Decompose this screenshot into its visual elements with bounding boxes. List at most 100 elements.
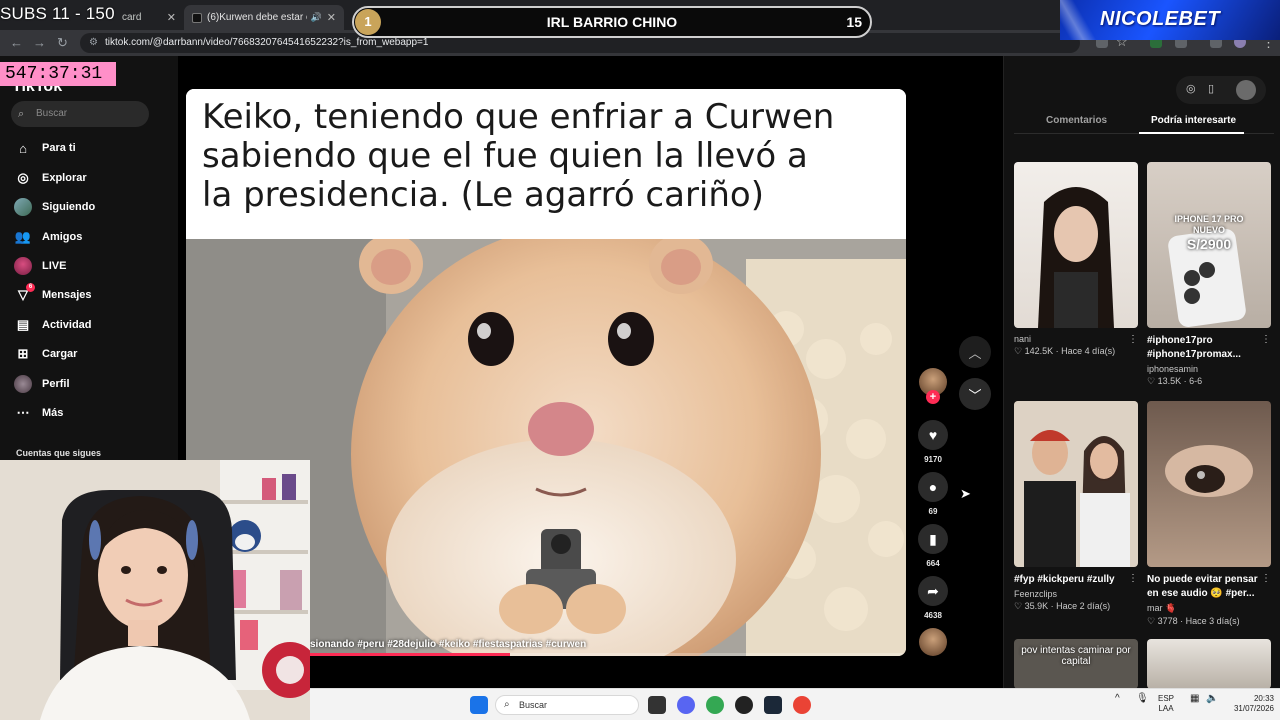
thumbnail-text: IPHONE 17 PRO <box>1174 214 1244 224</box>
card-meta: ♡ 3778 · Hace 3 día(s) <box>1147 616 1240 626</box>
video-caption-overlay: Keiko, teniendo que enfriar a Curwen sab… <box>186 89 906 235</box>
suggested-video-card[interactable]: No puede evitar pensar en ese audio 🥺 #p… <box>1147 401 1271 627</box>
chrome-icon[interactable] <box>706 696 724 714</box>
irl-title: IRL BARRIO CHINO <box>546 14 678 30</box>
suggested-video-card[interactable]: nani ♡ 142.5K · Hace 4 día(s) ⋮ <box>1014 162 1138 357</box>
sidebar-item-actividad[interactable]: ▤ Actividad <box>14 314 92 336</box>
video-thumbnail[interactable]: IPHONE 17 PRO NUEVO S/2900 <box>1147 162 1271 328</box>
sidebar-item-para-ti[interactable]: ⌂ Para ti <box>14 137 76 159</box>
chrome-profile-icon[interactable] <box>793 696 811 714</box>
steam-icon[interactable] <box>764 696 782 714</box>
card-title: #fyp #kickperu #zully <box>1014 574 1115 585</box>
friends-icon: 👥 <box>14 229 32 244</box>
save-button[interactable]: ▮ <box>918 524 948 554</box>
share-button[interactable]: ➦ <box>918 576 948 606</box>
browser-tab-tiktok[interactable]: (6)Kurwen debe estar conve 🔊 ✕ <box>184 5 344 30</box>
follow-plus-icon[interactable]: + <box>926 390 940 404</box>
sidebar-item-label: Amigos <box>42 231 83 243</box>
compass-icon[interactable]: ◎ <box>1186 82 1196 95</box>
windows-start-icon[interactable] <box>470 696 488 714</box>
suggestions-panel: ◎ ▯ Comentarios Podría interesarte nani … <box>1003 56 1280 689</box>
sidebar-item-perfil[interactable]: Perfil <box>14 373 70 395</box>
card-title: #iphone17pro #iphone17promax... <box>1147 335 1241 360</box>
suggested-video-card[interactable]: #fyp #kickperu #zully Feenzclips ♡ 35.9K… <box>1014 401 1138 612</box>
sidebar-item-amigos[interactable]: 👥 Amigos <box>14 226 82 248</box>
sidebar-item-label: LIVE <box>42 260 67 272</box>
search-input[interactable]: ⌕ Buscar <box>11 101 149 127</box>
card-author[interactable]: nani <box>1014 334 1138 344</box>
search-icon: ⌕ <box>18 108 25 120</box>
more-icon: ⋯ <box>16 405 30 420</box>
device-icon[interactable]: ▯ <box>1208 82 1214 95</box>
video-thumbnail[interactable] <box>1147 401 1271 567</box>
heart-icon: ♥ <box>928 427 938 443</box>
irl-count: 15 <box>846 14 862 30</box>
user-avatar[interactable] <box>1236 80 1256 100</box>
screen: card ✕ (6)Kurwen debe estar conve 🔊 ✕ ← … <box>0 0 1280 720</box>
tray-chevron-icon[interactable]: ^ <box>1115 694 1120 704</box>
suggested-video-card[interactable]: IPHONE 17 PRO NUEVO S/2900 #iphone17pro … <box>1147 162 1271 387</box>
sidebar-item-live[interactable]: LIVE <box>14 255 66 277</box>
suggested-video-card[interactable]: pov intentas caminar por capital <box>1014 639 1138 689</box>
previous-video-button[interactable]: ︿ <box>959 336 991 368</box>
tab-podria-interesarte[interactable]: Podría interesarte <box>1151 115 1236 126</box>
sidebar-item-label: Para ti <box>42 142 76 154</box>
card-more-icon[interactable]: ⋮ <box>1128 573 1138 584</box>
live-icon <box>14 257 32 275</box>
close-icon[interactable]: ✕ <box>327 11 336 24</box>
sidebar-item-siguiendo[interactable]: Siguiendo <box>14 196 95 218</box>
next-video-button[interactable]: ﹀ <box>959 378 991 410</box>
sponsor-logo: NICOLEBET <box>1060 0 1280 40</box>
volume-icon[interactable]: 🔈 <box>1206 694 1218 704</box>
sidebar-item-explorar[interactable]: ◎ Explorar <box>14 167 86 189</box>
forward-icon[interactable]: → <box>33 35 46 51</box>
card-author[interactable]: mar 🫀 <box>1147 603 1271 614</box>
card-more-icon[interactable]: ⋮ <box>1128 334 1138 345</box>
card-more-icon[interactable]: ⋮ <box>1261 573 1271 584</box>
caption-line: la presidencia. (Le agarró cariño) <box>202 175 764 215</box>
suggested-video-card[interactable] <box>1147 639 1271 689</box>
like-button[interactable]: ♥ <box>918 420 948 450</box>
language-indicator[interactable]: ESP LAA <box>1158 694 1174 714</box>
taskbar-search[interactable]: ⌕ Buscar <box>495 695 639 715</box>
tab-comentarios[interactable]: Comentarios <box>1046 115 1107 126</box>
bookmark-icon: ▮ <box>929 530 937 547</box>
speaker-icon[interactable]: 🔊 <box>311 12 322 23</box>
webcam-scene <box>0 460 310 720</box>
video-thumbnail[interactable] <box>1014 401 1138 567</box>
sidebar-item-mensajes[interactable]: ▽ 6 Mensajes <box>14 283 92 306</box>
card-more-icon[interactable]: ⋮ <box>1261 334 1271 345</box>
clock[interactable]: 20:33 31/07/2026 <box>1228 694 1274 714</box>
share-arrow-icon: ➦ <box>927 582 939 599</box>
site-info-icon[interactable]: ⚙ <box>89 33 98 53</box>
discord-icon[interactable] <box>677 696 695 714</box>
lang-code: ESP <box>1158 694 1175 703</box>
sidebar-item-label: Perfil <box>42 378 70 390</box>
thumbnail-art <box>1165 445 1253 497</box>
sidebar-item-cargar[interactable]: ⊞ Cargar <box>14 343 78 365</box>
video-thumbnail[interactable] <box>1147 639 1271 689</box>
task-view-icon[interactable] <box>648 696 666 714</box>
obs-icon[interactable] <box>735 696 753 714</box>
card-author[interactable]: Feenzclips <box>1014 589 1138 599</box>
card-title: No puede evitar pensar en ese audio 🥺 #p… <box>1147 574 1258 599</box>
microphone-icon[interactable]: 🎙 <box>1136 694 1149 704</box>
comment-button[interactable]: ● <box>918 472 948 502</box>
tab-title: (6)Kurwen debe estar conve <box>207 12 307 23</box>
network-icon[interactable]: ▦ <box>1190 694 1199 704</box>
sidebar-item-mas[interactable]: ⋯ Más <box>14 402 64 424</box>
sound-disc-icon[interactable] <box>919 628 947 656</box>
sidebar-item-label: Actividad <box>42 319 92 331</box>
back-icon[interactable]: ← <box>10 35 23 51</box>
video-thumbnail[interactable] <box>1014 162 1138 328</box>
chevron-up-icon: ︿ <box>968 345 982 361</box>
video-thumbnail[interactable]: pov intentas caminar por capital <box>1014 639 1138 689</box>
caption-line: sabiendo que el fue quien la llevó a <box>202 136 808 176</box>
close-icon[interactable]: ✕ <box>167 11 176 24</box>
chevron-down-icon: ﹀ <box>968 387 982 403</box>
card-author[interactable]: iphonesamin <box>1147 364 1271 374</box>
comment-count: 69 <box>928 507 938 516</box>
reload-icon[interactable]: ↻ <box>57 35 68 51</box>
thumbnail-art <box>1038 187 1114 328</box>
stream-timer: 547:37:31 <box>0 62 116 86</box>
